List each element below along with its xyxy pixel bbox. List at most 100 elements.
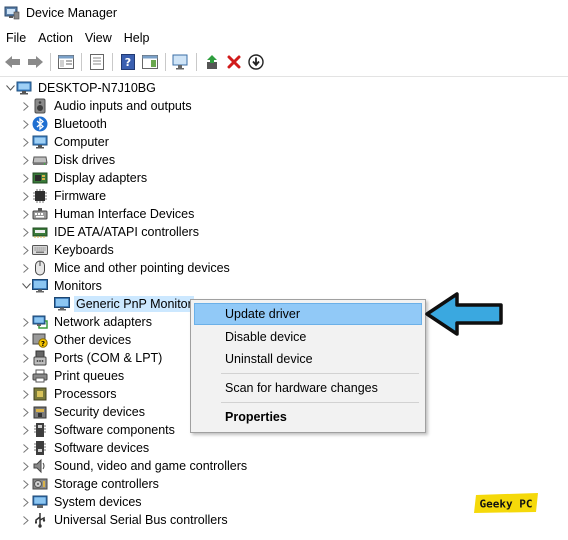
chevron-right-icon[interactable] <box>20 223 32 241</box>
tree-item-label: Firmware <box>54 189 107 203</box>
chevron-right-icon[interactable] <box>20 511 32 529</box>
chevron-right-icon[interactable] <box>20 97 32 115</box>
firmware-chip-icon <box>32 188 48 204</box>
chevron-right-icon[interactable] <box>20 421 32 439</box>
chevron-right-icon[interactable] <box>20 457 32 475</box>
properties-toolbar-button[interactable] <box>86 51 108 73</box>
tree-item-label: Print queues <box>54 369 125 383</box>
chevron-right-icon[interactable] <box>20 403 32 421</box>
tree-item-monitors[interactable]: Monitors <box>20 277 104 295</box>
red-x-icon <box>227 55 241 69</box>
tree-item-bluetooth[interactable]: Bluetooth <box>20 115 109 133</box>
update-driver-icon <box>207 55 217 69</box>
show-hide-console-tree-button[interactable] <box>55 51 77 73</box>
chevron-right-icon[interactable] <box>20 439 32 457</box>
tree-item-label: Disk drives <box>54 153 116 167</box>
help-button[interactable]: ? <box>117 51 139 73</box>
update-driver-menu-item[interactable]: Update driver <box>194 303 422 325</box>
disk-drive-icon <box>32 152 48 168</box>
menu-help[interactable]: Help <box>118 28 156 48</box>
window-title: Device Manager <box>26 6 118 20</box>
storage-icon <box>32 476 48 492</box>
uninstall-toolbar-button[interactable] <box>223 51 245 73</box>
chevron-right-icon[interactable] <box>20 493 32 511</box>
menu-action[interactable]: Action <box>32 28 79 48</box>
tree-item-sound-video-and-game-controllers[interactable]: Sound, video and game controllers <box>20 457 249 475</box>
tree-item-human-interface-devices[interactable]: Human Interface Devices <box>20 205 196 223</box>
tree-root[interactable]: DESKTOP-N7J10BG <box>4 79 158 97</box>
tree-item-label: Processors <box>54 387 117 401</box>
tree-item-system-devices[interactable]: System devices <box>20 493 144 511</box>
tree-item-label: Audio inputs and outputs <box>54 99 192 113</box>
chevron-right-icon[interactable] <box>20 187 32 205</box>
monitor-icon <box>32 278 48 294</box>
update-driver-toolbar-button[interactable] <box>201 51 223 73</box>
tree-item-security-devices[interactable]: Security devices <box>20 403 147 421</box>
mouse-icon <box>32 260 48 276</box>
context-menu: Update driver Disable device Uninstall d… <box>190 299 426 433</box>
chevron-right-icon[interactable] <box>20 241 32 259</box>
svg-text:?: ? <box>41 340 45 348</box>
svg-text:?: ? <box>125 56 131 69</box>
device-manager-icon <box>4 6 20 20</box>
tree-item-mice-and-other-pointing-devices[interactable]: Mice and other pointing devices <box>20 259 232 277</box>
tree-item-print-queues[interactable]: Print queues <box>20 367 126 385</box>
title-bar: Device Manager <box>0 0 568 26</box>
action-pane-icon <box>142 55 158 69</box>
chevron-right-icon[interactable] <box>20 385 32 403</box>
tree-item-software-components[interactable]: Software components <box>20 421 177 439</box>
tree-item-label: Storage controllers <box>54 477 159 491</box>
computer-icon <box>32 134 48 150</box>
chevron-right-icon[interactable] <box>20 313 32 331</box>
display-adapter-icon <box>32 170 48 186</box>
tree-item-disk-drives[interactable]: Disk drives <box>20 151 117 169</box>
chevron-right-icon[interactable] <box>20 349 32 367</box>
tree-item-label: Sound, video and game controllers <box>54 459 248 473</box>
uninstall-device-menu-item[interactable]: Uninstall device <box>194 348 422 370</box>
chevron-down-icon[interactable] <box>20 277 32 295</box>
forward-button[interactable] <box>24 51 46 73</box>
tree-item-software-devices[interactable]: Software devices <box>20 439 151 457</box>
chevron-right-icon[interactable] <box>20 205 32 223</box>
sound-icon <box>32 458 48 474</box>
disable-device-toolbar-button[interactable] <box>245 51 267 73</box>
tree-item-keyboards[interactable]: Keyboards <box>20 241 116 259</box>
tree-item-network-adapters[interactable]: Network adapters <box>20 313 154 331</box>
chevron-right-icon[interactable] <box>20 331 32 349</box>
tree-item-generic-pnp-monitor[interactable]: Generic PnP Monitor <box>54 295 194 313</box>
chevron-right-icon[interactable] <box>20 259 32 277</box>
tree-item-label: Universal Serial Bus controllers <box>54 513 228 527</box>
chevron-right-icon[interactable] <box>20 367 32 385</box>
tree-item-firmware[interactable]: Firmware <box>20 187 108 205</box>
tree-item-other-devices[interactable]: ? Other devices <box>20 331 133 349</box>
tree-item-processors[interactable]: Processors <box>20 385 119 403</box>
menu-view[interactable]: View <box>79 28 118 48</box>
tree-item-computer[interactable]: Computer <box>20 133 111 151</box>
tree-item-display-adapters[interactable]: Display adapters <box>20 169 149 187</box>
chevron-right-icon[interactable] <box>20 169 32 187</box>
tree-item-audio-inputs-and-outputs[interactable]: Audio inputs and outputs <box>20 97 194 115</box>
scan-hardware-button[interactable] <box>170 51 192 73</box>
tree-item-storage-controllers[interactable]: Storage controllers <box>20 475 161 493</box>
tree-item-label: Mice and other pointing devices <box>54 261 230 275</box>
properties-menu-item[interactable]: Properties <box>194 406 422 428</box>
chevron-right-icon[interactable] <box>20 133 32 151</box>
chevron-right-icon[interactable] <box>20 151 32 169</box>
tree-item-label: IDE ATA/ATAPI controllers <box>54 225 199 239</box>
menu-file[interactable]: File <box>0 28 32 48</box>
menu-separator <box>221 402 419 403</box>
action-pane-button[interactable] <box>139 51 161 73</box>
scan-hardware-menu-item[interactable]: Scan for hardware changes <box>194 377 422 399</box>
disable-device-menu-item[interactable]: Disable device <box>194 326 422 348</box>
chevron-right-icon[interactable] <box>20 475 32 493</box>
tree-item-label: Software devices <box>54 441 150 455</box>
properties-sheet-icon <box>90 54 104 70</box>
tree-item-ide-ata-atapi-controllers[interactable]: IDE ATA/ATAPI controllers <box>20 223 201 241</box>
tree-item-universal-serial-bus-controllers[interactable]: Universal Serial Bus controllers <box>20 511 230 529</box>
tree-root-label: DESKTOP-N7J10BG <box>38 81 156 95</box>
tree-item-ports-com-lpt[interactable]: Ports (COM & LPT) <box>20 349 164 367</box>
back-button[interactable] <box>2 51 24 73</box>
chevron-right-icon[interactable] <box>20 115 32 133</box>
speaker-icon <box>32 98 48 114</box>
chevron-down-icon[interactable] <box>4 79 16 97</box>
